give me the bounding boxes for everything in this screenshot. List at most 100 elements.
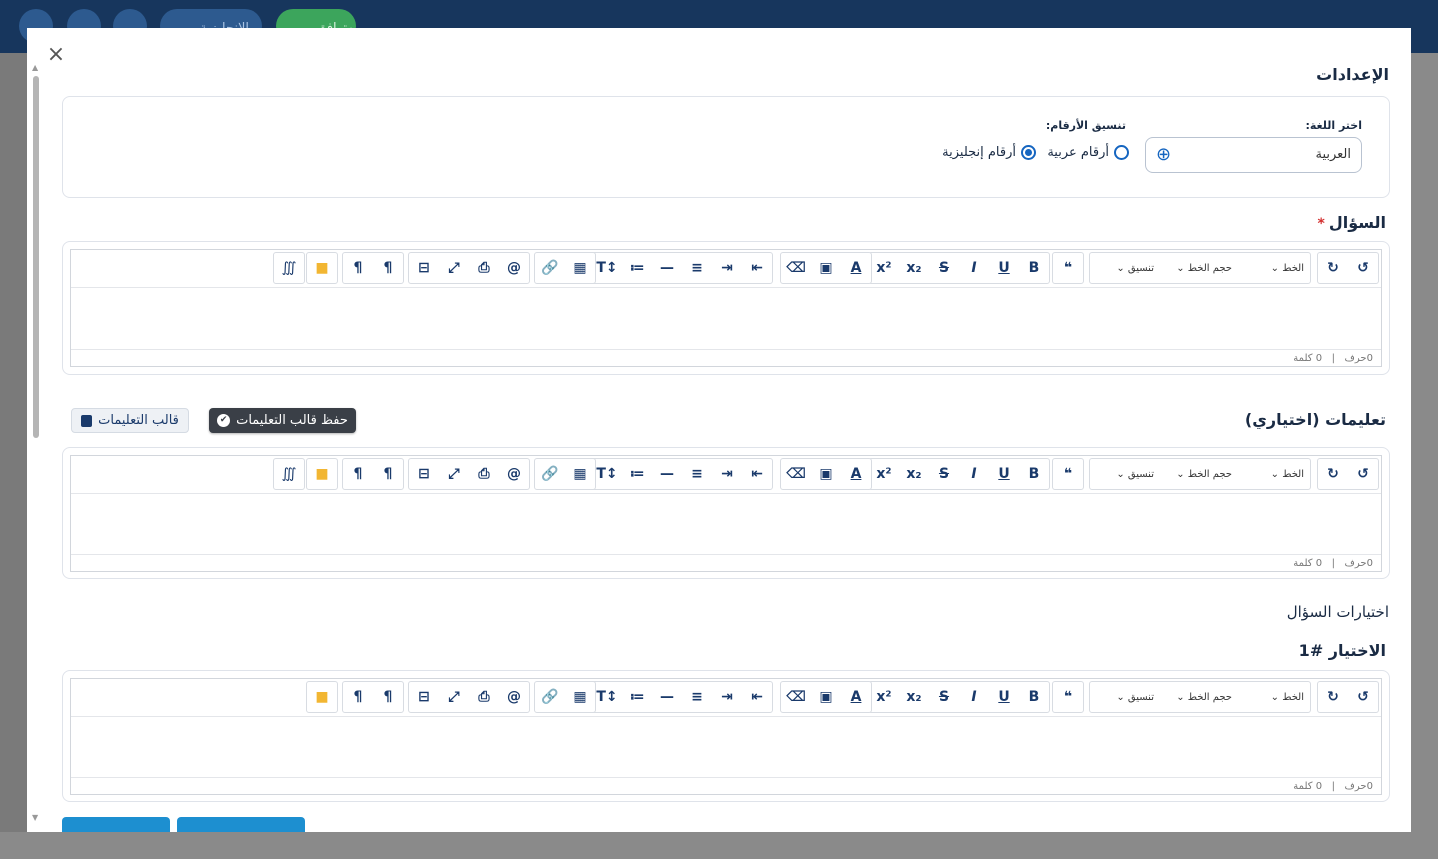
underline-icon[interactable]: U: [989, 253, 1019, 283]
scrollbar-thumb[interactable]: [33, 76, 39, 438]
font-dropdown[interactable]: الخط ⌄: [1238, 459, 1310, 489]
superscript-icon[interactable]: x²: [869, 682, 899, 712]
clear-format-icon[interactable]: ⌫: [781, 253, 811, 283]
font-dropdown[interactable]: الخط ⌄: [1238, 682, 1310, 712]
text-size-icon[interactable]: T↕: [592, 253, 622, 283]
font-size-dropdown[interactable]: حجم الخط ⌄: [1160, 682, 1238, 712]
fullscreen-icon[interactable]: ⤢: [439, 459, 469, 489]
folder-icon[interactable]: ■: [307, 253, 337, 283]
align-icon[interactable]: ≡: [682, 459, 712, 489]
radio-english-numerals[interactable]: أرقام إنجليزية: [942, 145, 1036, 160]
save-template-button[interactable]: حفظ قالب التعليمات ✔: [209, 408, 356, 433]
ltr-icon[interactable]: ¶: [373, 682, 403, 712]
clear-format-icon[interactable]: ⌫: [781, 682, 811, 712]
indent-icon[interactable]: ⇥: [712, 682, 742, 712]
bottom-action-button-1[interactable]: [62, 817, 170, 832]
rtl-icon[interactable]: ¶: [343, 682, 373, 712]
clear-format-icon[interactable]: ⌫: [781, 459, 811, 489]
superscript-icon[interactable]: x²: [869, 253, 899, 283]
math-formula-icon[interactable]: ∭: [274, 253, 304, 283]
redo-icon[interactable]: ↻: [1318, 253, 1348, 283]
subscript-icon[interactable]: x₂: [899, 253, 929, 283]
redo-icon[interactable]: ↻: [1318, 459, 1348, 489]
text-color-icon[interactable]: A: [841, 253, 871, 283]
table-icon[interactable]: ▦: [565, 459, 595, 489]
language-select[interactable]: العربية ⊕: [1145, 137, 1362, 173]
horizontal-rule-icon[interactable]: —: [652, 682, 682, 712]
bold-icon[interactable]: B: [1019, 459, 1049, 489]
strikethrough-icon[interactable]: S: [929, 253, 959, 283]
format-dropdown[interactable]: تنسيق ⌄: [1090, 253, 1160, 283]
highlight-color-icon[interactable]: ▣: [811, 253, 841, 283]
indent-icon[interactable]: ⇥: [712, 253, 742, 283]
superscript-icon[interactable]: x²: [869, 459, 899, 489]
undo-icon[interactable]: ↺: [1348, 682, 1378, 712]
text-size-icon[interactable]: T↕: [592, 682, 622, 712]
scroll-up-icon[interactable]: ▲: [32, 64, 38, 72]
blockquote-icon[interactable]: ❝: [1053, 682, 1083, 712]
ltr-icon[interactable]: ¶: [373, 459, 403, 489]
strikethrough-icon[interactable]: S: [929, 682, 959, 712]
underline-icon[interactable]: U: [989, 682, 1019, 712]
instructions-template-button[interactable]: قالب التعليمات: [71, 408, 189, 433]
italic-icon[interactable]: I: [959, 459, 989, 489]
ordered-list-icon[interactable]: ≔: [622, 682, 652, 712]
outdent-icon[interactable]: ⇤: [742, 459, 772, 489]
font-dropdown[interactable]: الخط ⌄: [1238, 253, 1310, 283]
mention-icon[interactable]: @: [499, 682, 529, 712]
text-color-icon[interactable]: A: [841, 682, 871, 712]
close-icon[interactable]: ×: [45, 44, 67, 66]
italic-icon[interactable]: I: [959, 253, 989, 283]
horizontal-rule-icon[interactable]: —: [652, 253, 682, 283]
underline-icon[interactable]: U: [989, 459, 1019, 489]
horizontal-rule-icon[interactable]: —: [652, 459, 682, 489]
link-icon[interactable]: 🔗: [535, 459, 565, 489]
subscript-icon[interactable]: x₂: [899, 459, 929, 489]
ltr-icon[interactable]: ¶: [373, 253, 403, 283]
undo-icon[interactable]: ↺: [1348, 459, 1378, 489]
fullscreen-icon[interactable]: ⤢: [439, 682, 469, 712]
blockquote-icon[interactable]: ❝: [1053, 459, 1083, 489]
ordered-list-icon[interactable]: ≔: [622, 253, 652, 283]
print-icon[interactable]: ⎙: [469, 459, 499, 489]
mention-icon[interactable]: @: [499, 253, 529, 283]
blockquote-icon[interactable]: ❝: [1053, 253, 1083, 283]
scroll-down-icon[interactable]: ▼: [32, 814, 38, 822]
highlight-color-icon[interactable]: ▣: [811, 682, 841, 712]
rtl-icon[interactable]: ¶: [343, 459, 373, 489]
mention-icon[interactable]: @: [499, 459, 529, 489]
bold-icon[interactable]: B: [1019, 253, 1049, 283]
format-dropdown[interactable]: تنسيق ⌄: [1090, 459, 1160, 489]
subscript-icon[interactable]: x₂: [899, 682, 929, 712]
table-icon[interactable]: ▦: [565, 682, 595, 712]
italic-icon[interactable]: I: [959, 682, 989, 712]
link-icon[interactable]: 🔗: [535, 682, 565, 712]
highlight-color-icon[interactable]: ▣: [811, 459, 841, 489]
align-icon[interactable]: ≡: [682, 253, 712, 283]
radio-selected-icon[interactable]: [1021, 145, 1036, 160]
print-icon[interactable]: ⎙: [469, 682, 499, 712]
folder-icon[interactable]: ■: [307, 682, 337, 712]
show-blocks-icon[interactable]: ⊟: [409, 253, 439, 283]
redo-icon[interactable]: ↻: [1318, 682, 1348, 712]
modal-scrollbar[interactable]: ▲ ▼: [31, 64, 41, 832]
indent-icon[interactable]: ⇥: [712, 459, 742, 489]
bottom-action-button-2[interactable]: [177, 817, 305, 832]
outdent-icon[interactable]: ⇤: [742, 253, 772, 283]
text-size-icon[interactable]: T↕: [592, 459, 622, 489]
rtl-icon[interactable]: ¶: [343, 253, 373, 283]
radio-arabic-numerals[interactable]: أرقام عربية: [1047, 145, 1129, 160]
fullscreen-icon[interactable]: ⤢: [439, 253, 469, 283]
undo-icon[interactable]: ↺: [1348, 253, 1378, 283]
font-size-dropdown[interactable]: حجم الخط ⌄: [1160, 253, 1238, 283]
table-icon[interactable]: ▦: [565, 253, 595, 283]
outdent-icon[interactable]: ⇤: [742, 682, 772, 712]
ordered-list-icon[interactable]: ≔: [622, 459, 652, 489]
text-color-icon[interactable]: A: [841, 459, 871, 489]
format-dropdown[interactable]: تنسيق ⌄: [1090, 682, 1160, 712]
show-blocks-icon[interactable]: ⊟: [409, 459, 439, 489]
print-icon[interactable]: ⎙: [469, 253, 499, 283]
folder-icon[interactable]: ■: [307, 459, 337, 489]
font-size-dropdown[interactable]: حجم الخط ⌄: [1160, 459, 1238, 489]
show-blocks-icon[interactable]: ⊟: [409, 682, 439, 712]
